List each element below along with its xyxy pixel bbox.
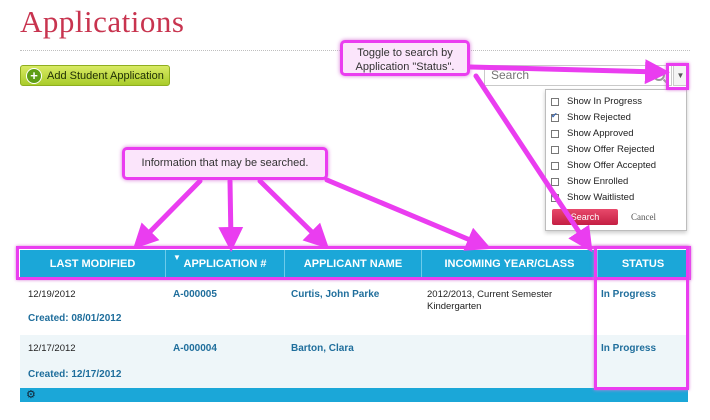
arrow-to-status xyxy=(473,73,593,253)
arrow-to-application xyxy=(218,178,244,252)
annotation-arrows xyxy=(132,59,670,253)
arrow-to-applicant xyxy=(257,178,330,250)
arrow-to-year-class xyxy=(324,177,492,251)
arrow-to-toggle xyxy=(467,59,670,85)
arrow-to-last-modified xyxy=(132,178,203,250)
